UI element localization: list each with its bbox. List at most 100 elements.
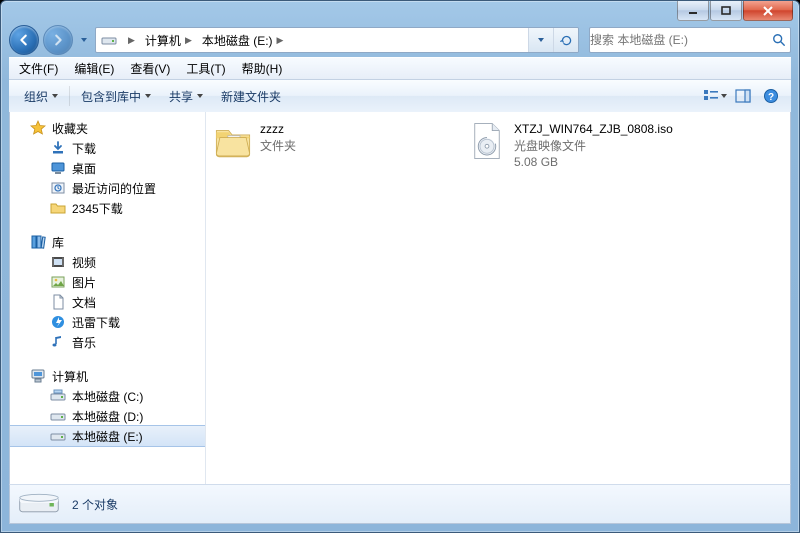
include-in-library-button[interactable]: 包含到库中: [72, 84, 160, 109]
arrow-left-icon: [17, 33, 31, 47]
menubar: 文件(F) 编辑(E) 查看(V) 工具(T) 帮助(H): [9, 57, 791, 80]
sidebar-item-label: 本地磁盘 (C:): [72, 388, 143, 405]
view-icon: [703, 89, 719, 103]
breadcrumb-segment[interactable]: ▶: [122, 28, 139, 52]
file-name: zzzz: [260, 122, 296, 136]
sidebar-group-computer[interactable]: 计算机: [10, 366, 205, 386]
sidebar-item-videos[interactable]: 视频: [10, 252, 205, 272]
nav-back-button[interactable]: [9, 25, 39, 55]
file-item-folder[interactable]: zzzz 文件夹: [210, 118, 454, 164]
libraries-icon: [30, 234, 46, 250]
refresh-icon: [560, 34, 573, 47]
chevron-down-icon: [52, 94, 58, 98]
svg-text:?: ?: [768, 92, 774, 103]
search-icon: [768, 33, 790, 47]
sidebar-item-pictures[interactable]: 图片: [10, 272, 205, 292]
sidebar-group-label: 库: [52, 234, 64, 251]
menu-tools[interactable]: 工具(T): [178, 58, 233, 79]
chevron-right-icon: ▶: [277, 35, 284, 46]
folder-icon: [50, 200, 66, 216]
nav-row: ▶ 计算机 ▶ 本地磁盘 (E:) ▶: [1, 23, 799, 57]
chevron-down-icon: [721, 94, 727, 98]
file-name: XTZJ_WIN764_ZJB_0808.iso: [514, 122, 673, 136]
music-icon: [50, 334, 66, 350]
minimize-icon: [688, 6, 698, 16]
sidebar-item-downloads[interactable]: 下载: [10, 138, 205, 158]
details-pane: 2 个对象: [9, 484, 791, 524]
preview-pane-icon: [735, 89, 751, 103]
sidebar-group-label: 收藏夹: [52, 120, 88, 137]
navigation-pane[interactable]: 收藏夹 下载 桌面 最近访问的位置 2345下载 库: [10, 112, 206, 485]
sidebar-item-drive-c[interactable]: 本地磁盘 (C:): [10, 386, 205, 406]
breadcrumb-label: 本地磁盘 (E:): [202, 32, 273, 49]
file-type: 文件夹: [260, 137, 296, 154]
drive-icon: [18, 488, 60, 520]
file-list[interactable]: zzzz 文件夹 XTZJ_WIN764_ZJB_0808: [206, 112, 790, 485]
sidebar-item-label: 本地磁盘 (E:): [72, 428, 143, 445]
sidebar-item-documents[interactable]: 文档: [10, 292, 205, 312]
sidebar-item-label: 最近访问的位置: [72, 180, 156, 197]
file-type: 光盘映像文件: [514, 137, 673, 154]
sidebar-item-label: 迅雷下载: [72, 314, 120, 331]
menu-file[interactable]: 文件(F): [11, 58, 66, 79]
file-size: 5.08 GB: [514, 155, 673, 169]
organize-button[interactable]: 组织: [15, 84, 67, 109]
command-bar: 组织 包含到库中 共享 新建文件夹 ?: [9, 80, 791, 113]
search-box[interactable]: [589, 27, 791, 53]
search-input[interactable]: [590, 28, 768, 52]
maximize-button[interactable]: [710, 1, 742, 21]
sidebar-item-2345[interactable]: 2345下载: [10, 198, 205, 218]
help-icon: ?: [763, 88, 779, 104]
chevron-down-icon: [81, 38, 87, 42]
sidebar-item-label: 图片: [72, 274, 96, 291]
share-button[interactable]: 共享: [160, 84, 212, 109]
share-label: 共享: [169, 88, 193, 105]
refresh-button[interactable]: [553, 28, 578, 52]
sidebar-group-favorites[interactable]: 收藏夹: [10, 118, 205, 138]
explorer-body: 收藏夹 下载 桌面 最近访问的位置 2345下载 库: [9, 112, 791, 486]
menu-help[interactable]: 帮助(H): [234, 58, 291, 79]
file-item-iso[interactable]: XTZJ_WIN764_ZJB_0808.iso 光盘映像文件 5.08 GB: [464, 118, 708, 171]
chevron-right-icon: ▶: [185, 35, 192, 46]
status-text: 2 个对象: [72, 496, 118, 513]
sidebar-item-drive-e[interactable]: 本地磁盘 (E:): [10, 425, 205, 447]
document-icon: [50, 294, 66, 310]
change-view-button[interactable]: [701, 84, 729, 108]
video-icon: [50, 254, 66, 270]
recent-icon: [50, 180, 66, 196]
menu-edit[interactable]: 编辑(E): [66, 58, 122, 79]
nav-history-dropdown[interactable]: [77, 31, 91, 49]
breadcrumb-segment[interactable]: 本地磁盘 (E:) ▶: [196, 28, 288, 52]
download-icon: [50, 140, 66, 156]
sidebar-item-xunlei[interactable]: 迅雷下载: [10, 312, 205, 332]
sidebar-item-label: 视频: [72, 254, 96, 271]
minimize-button[interactable]: [677, 1, 709, 21]
menu-view[interactable]: 查看(V): [122, 58, 178, 79]
drive-icon: [98, 29, 120, 51]
sidebar-item-drive-d[interactable]: 本地磁盘 (D:): [10, 406, 205, 426]
breadcrumb-segment[interactable]: 计算机 ▶: [139, 28, 196, 52]
preview-pane-button[interactable]: [729, 84, 757, 108]
help-button[interactable]: ?: [757, 84, 785, 108]
favorites-icon: [30, 120, 46, 136]
sidebar-item-desktop[interactable]: 桌面: [10, 158, 205, 178]
explorer-window: ▶ 计算机 ▶ 本地磁盘 (E:) ▶ 文件(F) 编辑(E): [0, 0, 800, 533]
maximize-icon: [721, 6, 731, 16]
pictures-icon: [50, 274, 66, 290]
titlebar: [1, 1, 799, 23]
new-folder-button[interactable]: 新建文件夹: [212, 84, 290, 109]
nav-forward-button[interactable]: [43, 25, 73, 55]
sidebar-item-music[interactable]: 音乐: [10, 332, 205, 352]
address-dropdown-button[interactable]: [528, 28, 553, 52]
desktop-icon: [50, 160, 66, 176]
close-button[interactable]: [743, 1, 793, 21]
include-label: 包含到库中: [81, 88, 141, 105]
xunlei-icon: [50, 314, 66, 330]
sidebar-item-label: 本地磁盘 (D:): [72, 408, 143, 425]
breadcrumb-label: 计算机: [145, 32, 181, 49]
sidebar-group-libraries[interactable]: 库: [10, 232, 205, 252]
sidebar-item-recent[interactable]: 最近访问的位置: [10, 178, 205, 198]
chevron-down-icon: [197, 94, 203, 98]
address-bar[interactable]: ▶ 计算机 ▶ 本地磁盘 (E:) ▶: [95, 27, 579, 53]
computer-icon: [30, 368, 46, 384]
